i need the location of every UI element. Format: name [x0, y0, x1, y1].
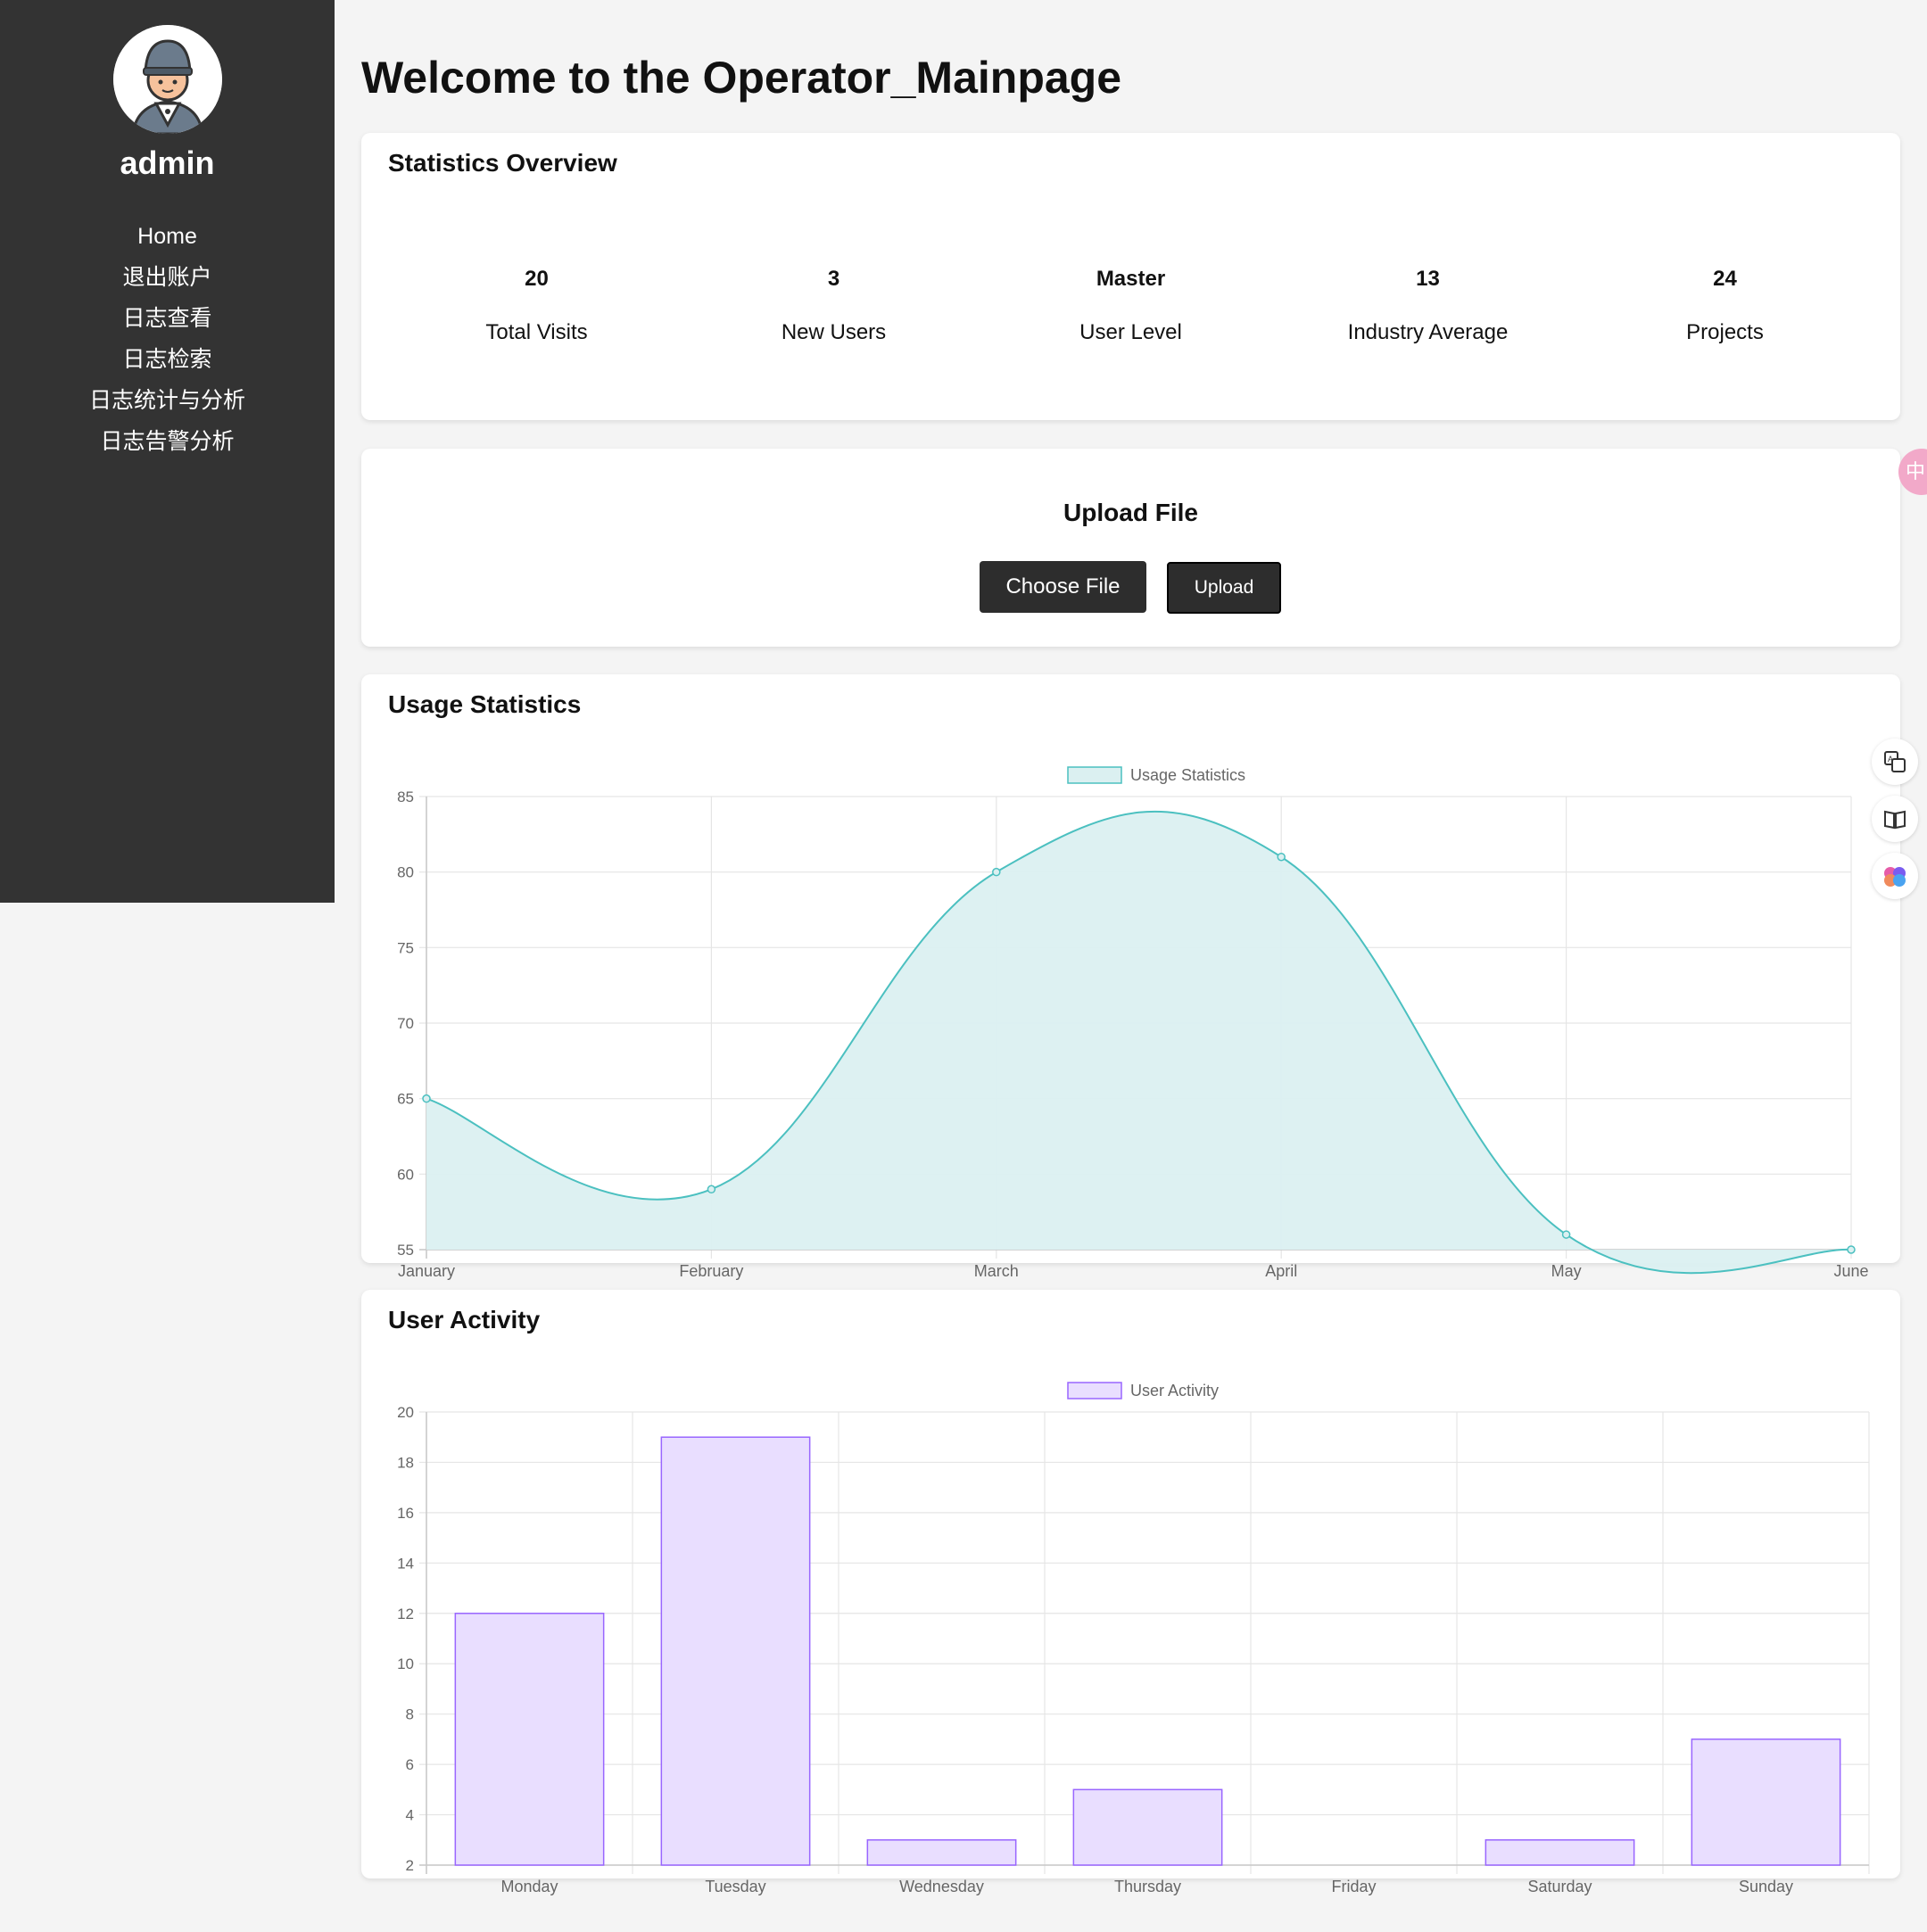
stat-label: Industry Average [1347, 320, 1509, 344]
x-tick-label: Saturday [1527, 1878, 1592, 1895]
svg-text:A: A [1888, 755, 1893, 764]
y-tick-label: 2 [406, 1857, 414, 1874]
user-activity-card: User Activity User Activity 2 4 6 8 10 12 14 16 1… [361, 1290, 1900, 1895]
user-avatar-icon [113, 25, 222, 134]
x-tick-label: Friday [1331, 1878, 1376, 1895]
y-tick-label: 4 [406, 1807, 414, 1824]
upload-file-title: Upload File [1063, 499, 1198, 526]
stat-label: New Users [781, 320, 887, 344]
stat-new-users: 3 New Users [685, 267, 982, 345]
bar [454, 1613, 605, 1866]
y-tick-label: 80 [397, 864, 414, 881]
usage-statistics-chart: Usage Statistics 55 60 65 70 75 80 85 January Feb… [397, 766, 1868, 1280]
usage-statistics-card: Usage Statistics Usage Statistics 55 60 65 7… [361, 674, 1900, 1280]
brain-icon[interactable] [1872, 853, 1918, 899]
x-tick-label: February [679, 1262, 743, 1280]
stat-projects: 24 Projects [1576, 267, 1873, 345]
x-tick-label: Tuesday [705, 1878, 765, 1895]
stat-industry-average: 13 Industry Average [1279, 267, 1576, 345]
language-badge[interactable]: 中 [1898, 449, 1927, 495]
choose-file-button[interactable]: Choose File [980, 561, 1146, 613]
x-tick-label: April [1265, 1262, 1297, 1280]
data-point [1561, 1230, 1571, 1239]
data-point [707, 1185, 716, 1194]
legend-label: User Activity [1130, 1382, 1219, 1399]
stat-value: 24 [1713, 267, 1737, 291]
bar [1072, 1788, 1223, 1866]
sidebar-item-log-analytics[interactable]: 日志统计与分析 [0, 384, 335, 425]
legend-label: Usage Statistics [1130, 766, 1245, 784]
y-tick-label: 12 [397, 1606, 414, 1622]
stat-value: Master [1096, 267, 1166, 291]
x-tick-label: June [1833, 1262, 1868, 1280]
stat-label: User Level [1079, 320, 1182, 344]
data-point [1847, 1245, 1856, 1254]
data-point [422, 1094, 431, 1103]
x-tick-label: Monday [500, 1878, 558, 1895]
data-point [992, 867, 1001, 877]
reader-icon[interactable] [1872, 796, 1918, 842]
user-activity-chart: User Activity 2 4 6 8 10 12 14 16 18 20 Monday Tuesd… [397, 1382, 1870, 1895]
bar [660, 1436, 811, 1866]
y-tick-label: 6 [406, 1756, 414, 1773]
stat-value: 13 [1416, 267, 1440, 291]
legend-swatch [1067, 1382, 1122, 1399]
y-tick-label: 10 [397, 1655, 414, 1672]
sidebar-nav: Home 退出账户 日志查看 日志检索 日志统计与分析 日志告警分析 [0, 219, 335, 466]
y-tick-label: 55 [397, 1242, 414, 1259]
x-tick-label: March [974, 1262, 1019, 1280]
x-tick-label: May [1551, 1262, 1582, 1280]
statistics-overview-title: Statistics Overview [388, 149, 617, 177]
sidebar-item-log-alerts[interactable]: 日志告警分析 [0, 425, 335, 466]
translate-icon[interactable]: A [1872, 739, 1918, 785]
bar [1485, 1839, 1635, 1866]
sidebar: admin Home 退出账户 日志查看 日志检索 日志统计与分析 日志告警分析 [0, 0, 335, 903]
y-tick-label: 18 [397, 1454, 414, 1471]
page-title: Welcome to the Operator_Mainpage [361, 53, 1122, 103]
y-tick-label: 8 [406, 1706, 414, 1723]
bar [1691, 1738, 1841, 1866]
y-tick-label: 60 [397, 1166, 414, 1183]
stat-value: 20 [525, 267, 549, 291]
stat-total-visits: 20 Total Visits [388, 267, 685, 345]
x-tick-label: Sunday [1739, 1878, 1793, 1895]
sidebar-item-logout[interactable]: 退出账户 [0, 260, 335, 301]
x-tick-label: Wednesday [899, 1878, 984, 1895]
stat-label: Total Visits [485, 320, 588, 344]
y-tick-label: 75 [397, 939, 414, 956]
legend-swatch [1067, 766, 1122, 784]
avatar [113, 25, 222, 134]
upload-file-card: Upload File Choose File Upload [361, 449, 1900, 647]
x-tick-label: Thursday [1114, 1878, 1181, 1895]
stat-label: Projects [1686, 320, 1764, 344]
sidebar-item-log-view[interactable]: 日志查看 [0, 301, 335, 343]
y-tick-label: 16 [397, 1505, 414, 1522]
stat-user-level: Master User Level [982, 267, 1279, 345]
y-tick-label: 14 [397, 1555, 414, 1572]
y-tick-label: 85 [397, 788, 414, 805]
username: admin [120, 144, 215, 181]
statistics-overview-card: Statistics Overview 20 Total Visits 3 Ne… [361, 133, 1900, 420]
bar [866, 1839, 1017, 1866]
y-tick-label: 65 [397, 1091, 414, 1108]
y-tick-label: 70 [397, 1015, 414, 1032]
data-point [1277, 852, 1286, 862]
sidebar-item-log-search[interactable]: 日志检索 [0, 343, 335, 384]
sidebar-item-home[interactable]: Home [0, 219, 335, 260]
x-tick-label: January [398, 1262, 455, 1280]
upload-button[interactable]: Upload [1167, 562, 1281, 614]
stat-value: 3 [827, 267, 840, 291]
series-area [426, 811, 1851, 1274]
y-tick-label: 20 [397, 1404, 414, 1421]
